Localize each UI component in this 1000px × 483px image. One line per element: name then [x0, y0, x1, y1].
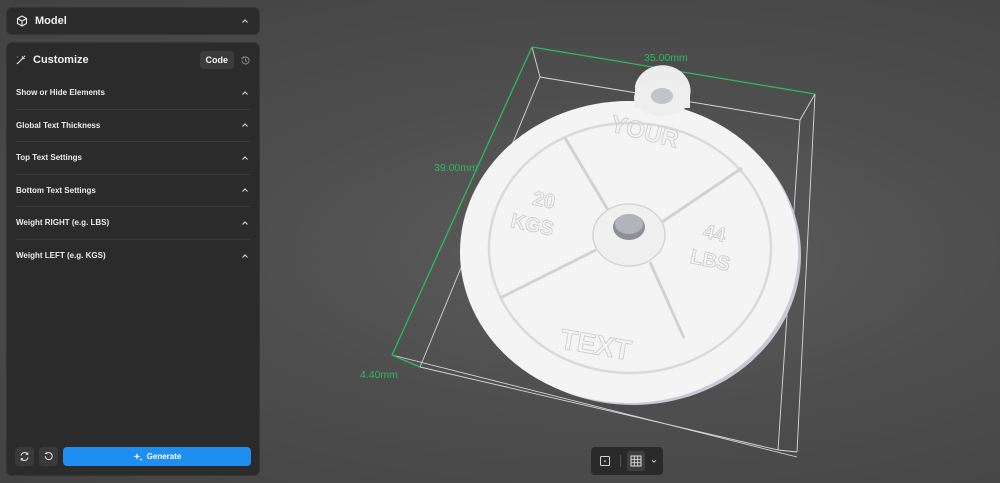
sparkle-icon — [133, 452, 143, 462]
model-render: YOUR TEXT 20 KGS 44 LBS — [391, 46, 816, 458]
left-weight-value: 20 — [531, 188, 557, 214]
fit-view-button[interactable] — [596, 451, 614, 471]
generate-button[interactable]: Generate — [63, 447, 251, 466]
refresh-icon — [19, 451, 30, 462]
section-label: Bottom Text Settings — [16, 185, 96, 195]
chevron-up-icon — [240, 218, 250, 228]
refresh-button[interactable] — [15, 447, 34, 466]
customize-footer: Generate — [15, 447, 251, 466]
section-top-text-settings[interactable]: Top Text Settings — [16, 142, 250, 175]
customize-header: Customize Code — [7, 43, 259, 77]
toolbar-divider — [620, 455, 621, 467]
section-label: Global Text Thickness — [16, 120, 101, 130]
reset-button[interactable] — [39, 447, 58, 466]
model-panel-title: Model — [35, 15, 67, 27]
3d-viewport[interactable]: YOUR TEXT 20 KGS 44 LBS 35.00mm 39.00mm … — [262, 0, 1000, 483]
chevron-up-icon — [240, 120, 250, 130]
section-global-text-thickness[interactable]: Global Text Thickness — [16, 110, 250, 142]
customize-sections: Show or Hide Elements Global Text Thickn… — [7, 77, 259, 272]
customize-panel: Customize Code Show or Hide Elements Glo… — [6, 42, 260, 476]
wand-icon — [15, 54, 27, 66]
section-weight-left[interactable]: Weight LEFT (e.g. KGS) — [16, 240, 250, 273]
section-bottom-text-settings[interactable]: Bottom Text Settings — [16, 175, 250, 207]
cube-icon — [16, 15, 28, 27]
chevron-up-icon[interactable] — [240, 16, 250, 26]
section-weight-right[interactable]: Weight RIGHT (e.g. LBS) — [16, 207, 250, 240]
model-panel[interactable]: Model — [6, 7, 260, 35]
chevron-up-icon — [240, 251, 250, 261]
section-label: Weight LEFT (e.g. KGS) — [16, 251, 106, 261]
history-icon[interactable] — [240, 55, 251, 66]
code-button[interactable]: Code — [199, 51, 234, 69]
frame-icon — [599, 455, 611, 467]
section-label: Weight RIGHT (e.g. LBS) — [16, 218, 110, 228]
undo-icon — [43, 451, 54, 462]
depth-dimension-label: 4.40mm — [360, 369, 398, 381]
chevron-up-icon — [240, 88, 250, 98]
grid-icon — [630, 455, 642, 467]
customize-title: Customize — [33, 54, 89, 66]
chevron-up-icon — [240, 185, 250, 195]
section-show-hide-elements[interactable]: Show or Hide Elements — [16, 77, 250, 110]
section-label: Show or Hide Elements — [16, 88, 105, 98]
generate-label: Generate — [146, 452, 182, 461]
grid-toggle-button[interactable] — [626, 451, 645, 471]
view-toolbar — [591, 447, 663, 475]
chevron-up-icon — [240, 153, 250, 163]
chevron-down-icon[interactable] — [650, 457, 658, 465]
width-dimension-label: 35.00mm — [644, 52, 688, 64]
height-dimension-label: 39.00mm — [434, 162, 478, 174]
section-label: Top Text Settings — [16, 153, 82, 163]
weight-plate: YOUR TEXT 20 KGS 44 LBS — [460, 65, 801, 405]
